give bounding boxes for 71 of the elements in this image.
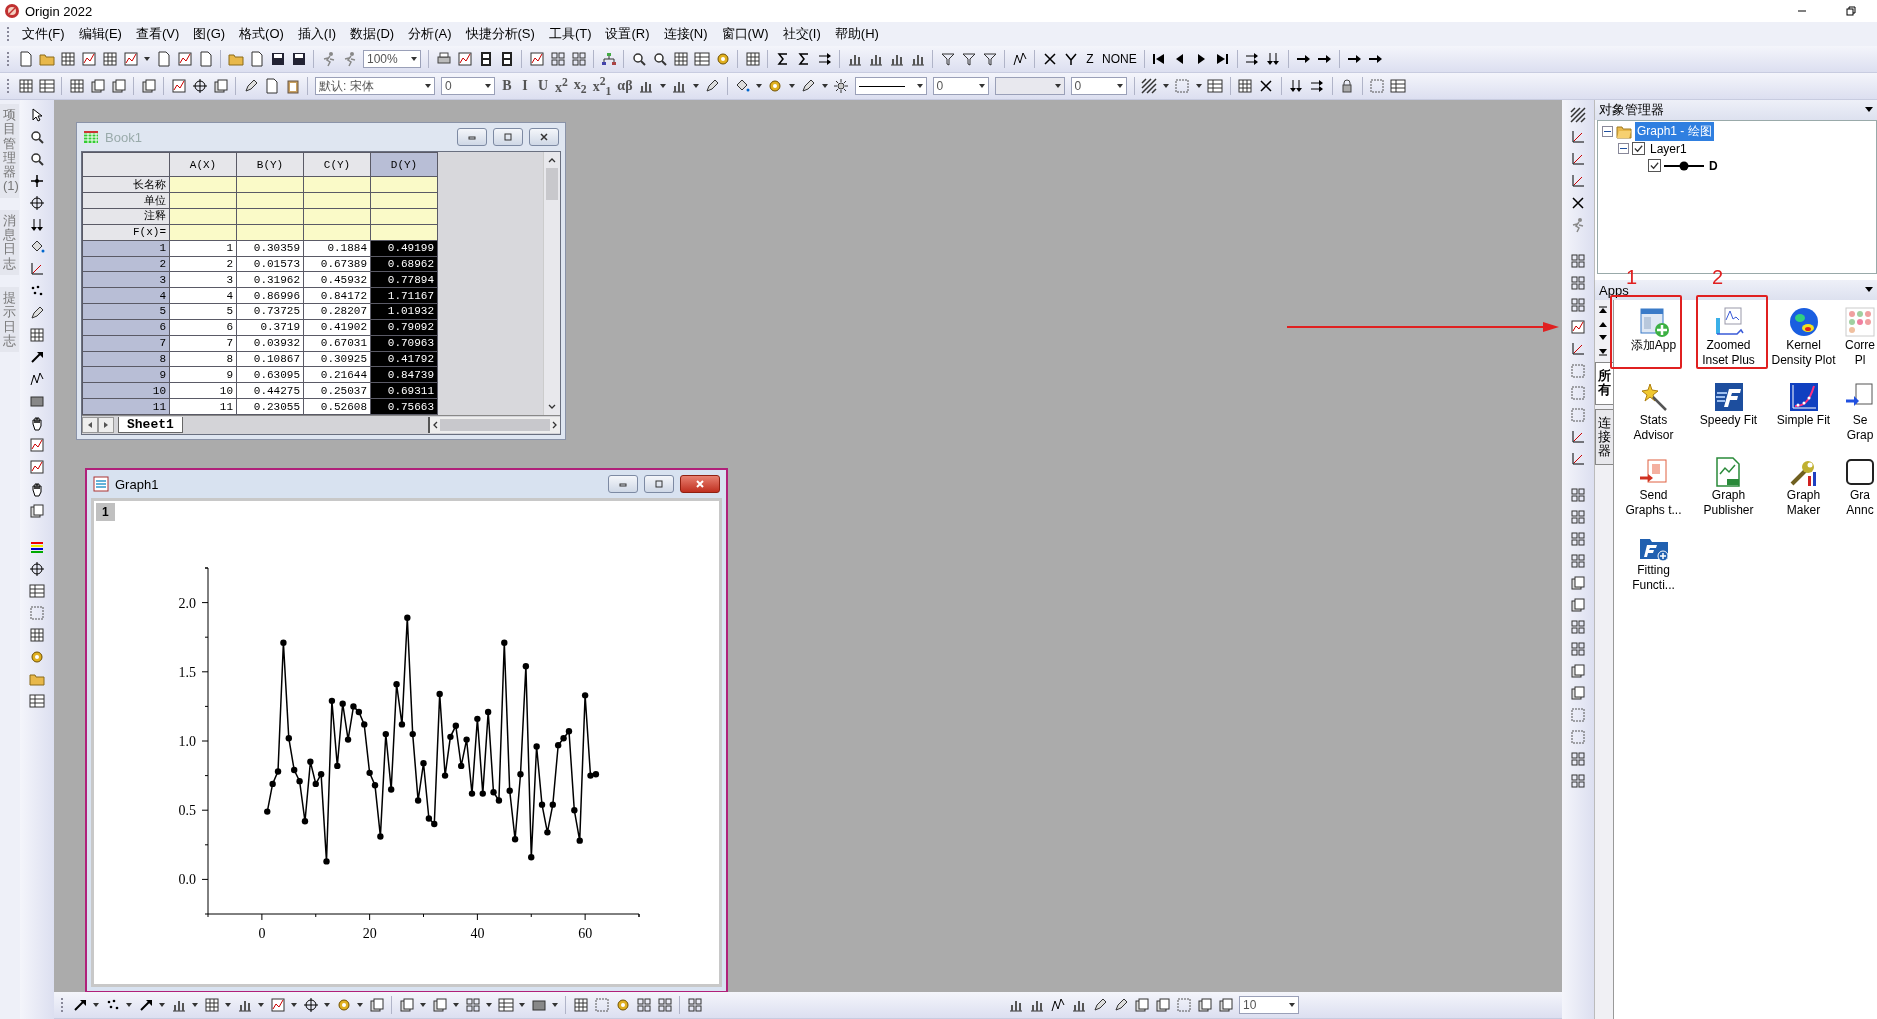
tick-label: 1.0 — [178, 734, 196, 749]
app-label[interactable]: Fitting Functi... — [1632, 563, 1675, 593]
toolbar-text-button[interactable]: Z — [1081, 48, 1099, 70]
menu-item[interactable]: 帮助(H) — [827, 23, 886, 45]
zoom-field[interactable]: 100% — [363, 50, 421, 68]
number-field[interactable]: 10 — [1239, 996, 1299, 1014]
number-field[interactable]: 0 — [932, 77, 989, 95]
menu-item[interactable]: 图(G) — [186, 23, 233, 45]
number-field[interactable]: 0 — [441, 77, 495, 95]
menu-item[interactable]: 文件(F) — [15, 23, 72, 45]
tick-label: 0.5 — [178, 803, 196, 819]
menu-item[interactable]: 社交(I) — [775, 23, 828, 45]
tick-label: 40 — [470, 926, 485, 941]
format-button[interactable]: I — [516, 75, 534, 97]
tick-label: 2.0 — [178, 595, 196, 611]
annotation-number: 2 — [1712, 266, 1724, 289]
menu-item[interactable]: 工具(T) — [541, 23, 599, 45]
format-button[interactable]: x$_{2}$ — [570, 75, 590, 97]
column-header[interactable]: A(X) — [169, 152, 237, 177]
app-label[interactable]: Se Grap — [1846, 413, 1874, 443]
format-button[interactable]: αβ — [614, 75, 636, 97]
app-label[interactable]: Simple Fit — [1776, 413, 1831, 428]
tick-label: 0 — [258, 926, 266, 941]
menu-item[interactable]: 查看(V) — [128, 23, 187, 45]
menu-item[interactable]: 快捷分析(S) — [458, 23, 542, 45]
font-field[interactable]: 默认: 宋体 — [315, 77, 435, 95]
panel-title: 对象管理器 — [1599, 101, 1664, 119]
tree-item[interactable]: Layer1 — [1648, 140, 1689, 157]
app-label[interactable]: Graph Publisher — [1703, 488, 1754, 518]
format-button[interactable]: B — [498, 75, 516, 97]
column-header[interactable]: C(Y) — [303, 152, 371, 177]
window-title: Origin 2022 — [25, 3, 93, 19]
vertical-tab[interactable]: 所有 — [1594, 362, 1614, 405]
menu-item[interactable]: 格式(O) — [232, 23, 291, 45]
tick-label: 60 — [578, 926, 593, 941]
number-field[interactable]: 0 — [1070, 77, 1127, 95]
side-tab[interactable]: 消息日志 — [0, 209, 19, 275]
menu-item[interactable]: 连接(N) — [656, 23, 715, 45]
menu-item[interactable]: 分析(A) — [401, 23, 459, 45]
sheet-tab[interactable]: Sheet1 — [118, 417, 183, 433]
app-label[interactable]: 添加App — [1630, 338, 1677, 353]
window-title: Graph1 — [115, 476, 159, 492]
menu-item[interactable]: 插入(I) — [290, 23, 344, 45]
menu-item[interactable]: 设置(R) — [598, 23, 657, 45]
menu-item[interactable]: 窗口(W) — [714, 23, 776, 45]
tick-label: 20 — [362, 926, 377, 941]
tick-label: 1.5 — [178, 664, 196, 680]
app-label[interactable]: Gra Annc — [1846, 488, 1874, 518]
tree-item[interactable]: Graph1 - 绘图 — [1635, 122, 1714, 141]
layer-tag[interactable]: 1 — [96, 503, 115, 521]
side-tab[interactable]: 项目管理器 (1) — [0, 104, 19, 198]
column-header[interactable]: D(Y) — [370, 152, 438, 177]
app-label[interactable]: Stats Advisor — [1633, 413, 1674, 443]
side-tab[interactable]: 提示日志 — [0, 286, 19, 353]
tree-item[interactable]: D — [1707, 157, 1720, 174]
app-label[interactable]: Corre Pl — [1845, 338, 1875, 368]
format-button[interactable]: x$^{2}$ — [552, 75, 571, 97]
menu-item[interactable]: 数据(D) — [343, 23, 402, 45]
vertical-tab[interactable]: 连接器 — [1594, 408, 1614, 466]
column-header[interactable]: B(Y) — [236, 152, 304, 177]
menu-item[interactable]: 编辑(E) — [71, 23, 129, 45]
app-label[interactable]: Graph Maker — [1786, 488, 1821, 518]
app-label[interactable]: Speedy Fit — [1699, 413, 1758, 428]
toolbar-text-button[interactable]: NONE — [1099, 48, 1140, 70]
format-button[interactable]: U — [534, 75, 552, 97]
app-label[interactable]: Kernel Density Plot — [1771, 338, 1836, 368]
tick-label: 0.0 — [178, 872, 196, 888]
window-title: Book1 — [105, 129, 142, 145]
app-label[interactable]: Send Graphs t... — [1625, 488, 1682, 518]
annotation-number: 1 — [1626, 266, 1638, 288]
app-label[interactable]: Zoomed Inset Plus — [1702, 338, 1755, 368]
